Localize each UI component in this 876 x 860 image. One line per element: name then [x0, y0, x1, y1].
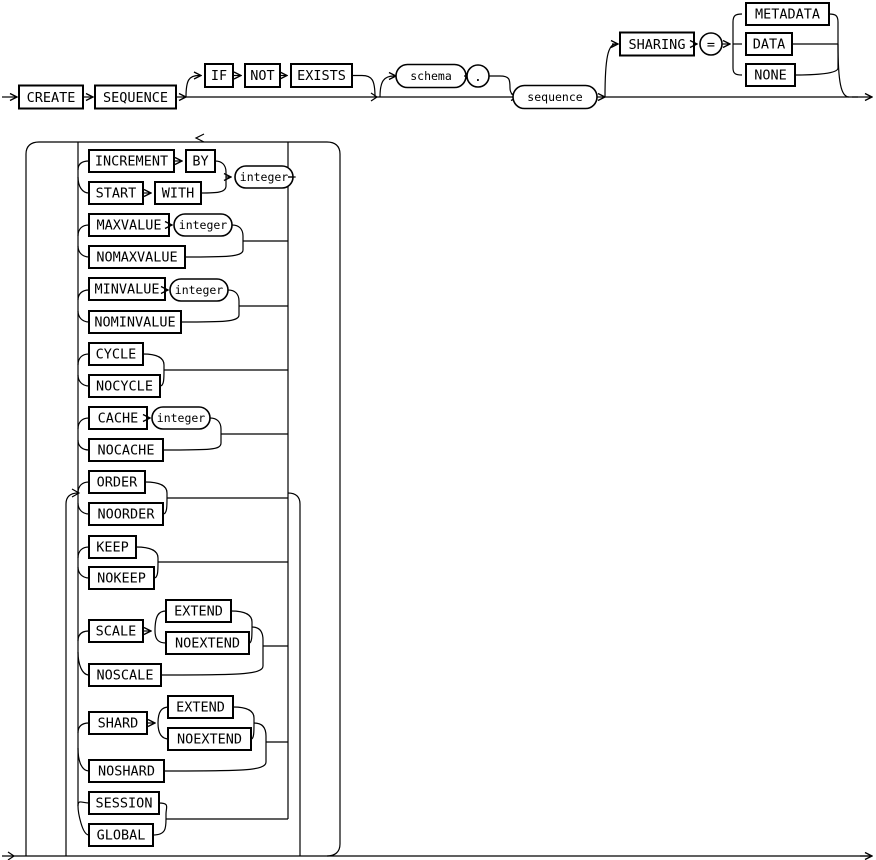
- keyword-not-label: NOT: [250, 68, 274, 84]
- keyword-if-label: IF: [211, 68, 227, 84]
- option-group-keep: KEEP NOKEEP: [77, 535, 288, 590]
- keyword-minvalue-label: MINVALUE: [94, 282, 159, 298]
- option-group-scale: SCALE EXTEND NOEXTEND NOSCALE: [77, 599, 288, 687]
- keyword-nomaxvalue-label: NOMAXVALUE: [96, 250, 177, 266]
- keyword-shard-label: SHARD: [98, 716, 139, 732]
- nonterminal-integer-minvalue-label: integer: [175, 283, 224, 297]
- keyword-metadata-label: METADATA: [755, 7, 820, 23]
- keyword-noshard-label: NOSHARD: [98, 764, 155, 780]
- keyword-sequence: SEQUENCE: [94, 84, 177, 110]
- nonterminal-schema-label: schema: [410, 69, 452, 83]
- keyword-sequence-label: SEQUENCE: [103, 90, 168, 106]
- branch-schema: [379, 76, 396, 98]
- option-group-increment-start: INCREMENT BY START WITH integer: [77, 149, 296, 205]
- keyword-shard-noextend-label: NOEXTEND: [177, 732, 242, 748]
- keyword-sharing-label: SHARING: [629, 37, 686, 53]
- keyword-scale-noextend-label: NOEXTEND: [175, 636, 240, 652]
- keyword-if: IF: [204, 63, 234, 88]
- sharing-choice-merge: [792, 13, 850, 98]
- keyword-exists: EXISTS: [290, 63, 353, 88]
- operator-equals: =: [699, 32, 723, 56]
- branch-sharing: [604, 44, 618, 98]
- keyword-scale-extend-label: EXTEND: [174, 604, 223, 620]
- sharing-choice-rail: [732, 13, 743, 76]
- option-group-cycle: CYCLE NOCYCLE: [77, 342, 288, 398]
- nonterminal-integer-maxvalue-label: integer: [179, 218, 228, 232]
- keyword-create: CREATE: [18, 84, 84, 110]
- keyword-noorder-label: NOORDER: [98, 507, 156, 523]
- option-group-session-global: SESSION GLOBAL: [77, 791, 289, 847]
- keyword-start-label: START: [96, 186, 137, 202]
- keyword-exists-label: EXISTS: [297, 68, 346, 84]
- operator-equals-label: =: [707, 37, 715, 53]
- option-group-minvalue: MINVALUE integer NOMINVALUE: [77, 277, 288, 334]
- nonterminal-sequence-name: sequence: [512, 84, 598, 110]
- branch-if-not-exists: [185, 76, 201, 98]
- keyword-none-label: NONE: [754, 68, 787, 84]
- keyword-global-label: GLOBAL: [97, 828, 146, 844]
- keyword-sharing: SHARING: [619, 31, 695, 57]
- option-group-cache: CACHE integer NOCACHE: [77, 406, 288, 462]
- inner-right-rail: [287, 492, 301, 856]
- inner-left-rail: [65, 492, 79, 856]
- keyword-not: NOT: [244, 63, 281, 88]
- keyword-none: NONE: [745, 63, 796, 87]
- keyword-create-label: CREATE: [27, 90, 76, 106]
- option-group-shard: SHARD EXTEND NOEXTEND NOSHARD: [77, 695, 288, 783]
- keyword-noscale-label: NOSCALE: [97, 668, 154, 684]
- keyword-by-label: BY: [192, 154, 208, 170]
- keyword-increment-label: INCREMENT: [95, 154, 168, 170]
- create-sequence-railroad-diagram: CREATE SEQUENCE IF NOT EXISTS schema . s…: [2, 2, 876, 860]
- keyword-cycle-label: CYCLE: [96, 347, 137, 363]
- keyword-with-label: WITH: [162, 186, 195, 202]
- keyword-session-label: SESSION: [96, 796, 153, 812]
- keyword-data: DATA: [745, 32, 793, 56]
- keyword-nokeep-label: NOKEEP: [97, 571, 146, 587]
- keyword-data-label: DATA: [753, 37, 786, 53]
- keyword-nocache-label: NOCACHE: [98, 443, 155, 459]
- nonterminal-integer-cache-label: integer: [157, 411, 206, 425]
- keyword-metadata: METADATA: [745, 2, 830, 26]
- keyword-scale-label: SCALE: [96, 624, 137, 640]
- operator-dot-label: .: [474, 69, 482, 85]
- nonterminal-integer-increment-label: integer: [240, 170, 289, 184]
- keyword-shard-extend-label: EXTEND: [176, 700, 225, 716]
- keyword-keep-label: KEEP: [96, 540, 129, 556]
- keyword-cache-label: CACHE: [98, 411, 139, 427]
- keyword-nominvalue-label: NOMINVALUE: [94, 315, 175, 331]
- keyword-nocycle-label: NOCYCLE: [96, 379, 153, 395]
- option-loop-arrow: [194, 133, 205, 143]
- option-group-maxvalue: MAXVALUE integer NOMAXVALUE: [77, 213, 288, 269]
- operator-dot: .: [466, 64, 490, 88]
- nonterminal-schema: schema: [395, 63, 467, 89]
- keyword-maxvalue-label: MAXVALUE: [96, 218, 161, 234]
- nonterminal-sequence-name-label: sequence: [527, 90, 582, 104]
- option-group-order: ORDER NOORDER: [71, 470, 288, 526]
- keyword-order-label: ORDER: [97, 475, 139, 491]
